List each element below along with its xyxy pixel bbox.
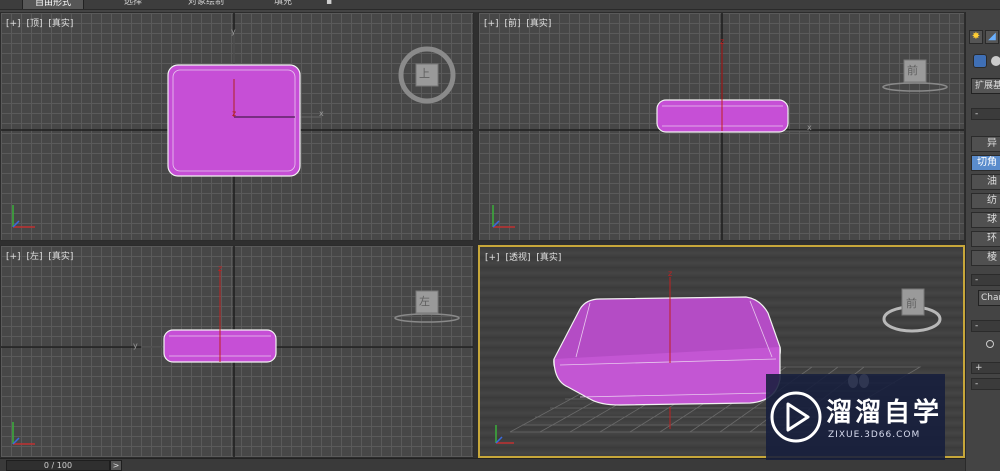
object-type-dropdown[interactable]: 扩展基	[971, 78, 1000, 94]
axis-x-label: x	[807, 123, 812, 132]
axis-tripod-icon	[12, 205, 35, 228]
time-slider[interactable]: 0 / 100	[6, 460, 110, 471]
shapes-category-icon[interactable]	[991, 56, 1000, 66]
chamfer-box-perspective	[553, 296, 781, 406]
next-frame-button[interactable]: >	[110, 460, 122, 471]
ribbon-options-icon[interactable]: ▪	[314, 0, 344, 9]
object-button-1[interactable]: 异	[971, 136, 1000, 152]
axis-y-label: y	[133, 341, 138, 350]
watermark: 溜溜自学 ZIXUE.3D66.COM	[766, 374, 945, 460]
viewport-top[interactable]: [+] [顶] [真实] 上 y x z	[0, 12, 474, 241]
viewport-front-canvas	[479, 13, 964, 240]
rollout-collapse-parameters[interactable]: -	[971, 378, 1000, 390]
ribbon-tab-populate[interactable]: 填充	[262, 0, 304, 9]
viewcube-face-label[interactable]: 左	[419, 293, 430, 309]
viewport-left[interactable]: [+] [左] [真实] 左 z y	[0, 245, 474, 458]
geometry-category-icon[interactable]	[973, 54, 987, 68]
creation-method-radio[interactable]	[986, 340, 994, 348]
ribbon-tab-freeform[interactable]: 自由形式	[22, 0, 85, 9]
viewport-front[interactable]: [+] [前] [真实] 前 z x	[478, 12, 965, 241]
axis-z-label: z	[668, 269, 673, 278]
object-name-field[interactable]: Cham	[978, 290, 1000, 306]
object-button-6[interactable]: 环	[971, 231, 1000, 247]
axis-z-label: z	[218, 264, 223, 273]
axis-z-label: z	[720, 37, 725, 46]
rollout-collapse-object-type[interactable]: -	[971, 108, 1000, 120]
viewport-left-canvas	[1, 246, 473, 457]
object-button-3[interactable]: 油	[971, 174, 1000, 190]
rollout-collapse-name-color[interactable]: -	[971, 274, 1000, 286]
ribbon-tab-object-paint[interactable]: 对象绘制	[176, 0, 236, 9]
watermark-title: 溜溜自学	[826, 398, 943, 428]
object-button-5[interactable]: 球	[971, 212, 1000, 228]
ribbon-tabs: 自由形式 选择 对象绘制 填充 ▪	[0, 0, 1000, 10]
object-button-7[interactable]: 棱	[971, 250, 1000, 266]
object-button-chamferbox[interactable]: 切角	[971, 155, 1000, 171]
modify-tab-icon[interactable]: ◢	[985, 30, 999, 44]
create-tab-icon[interactable]: ✸	[969, 30, 983, 44]
watermark-url: ZIXUE.3D66.COM	[828, 430, 921, 440]
rollout-collapse-creation-method[interactable]: -	[971, 320, 1000, 332]
viewcube-face-label[interactable]: 前	[907, 62, 918, 78]
rollout-expand-keyboard-entry[interactable]: +	[971, 362, 1000, 374]
command-panel: ✸ ◢ 扩展基 - 异 切角 油 纺 球 环 棱 - Cham - + -	[965, 12, 1000, 471]
viewcube-face-label[interactable]: 前	[906, 295, 917, 311]
ribbon-tab-selection[interactable]: 选择	[112, 0, 154, 9]
object-button-4[interactable]: 纺	[971, 193, 1000, 209]
